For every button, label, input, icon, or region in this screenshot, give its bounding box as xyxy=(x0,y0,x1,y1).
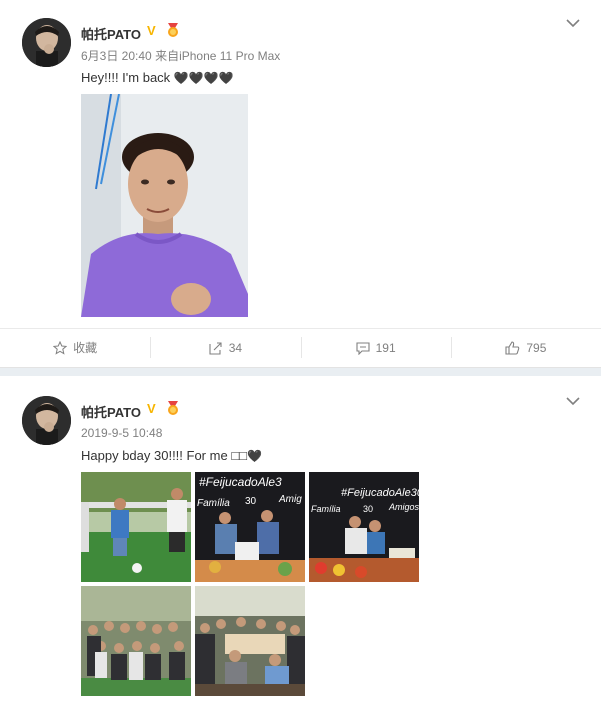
weibo-post-1: 帕托PATO V 6月3日 20:40 来自iPhone 11 Pro Max … xyxy=(0,0,601,368)
verified-icon: V xyxy=(147,401,156,416)
weibo-post-2: 帕托PATO V 2019-9-5 10:48 Happy bday 30!!!… xyxy=(0,376,601,703)
like-icon xyxy=(505,340,520,355)
chevron-down-icon[interactable] xyxy=(566,18,580,28)
source-prefix: 来自 xyxy=(155,49,180,63)
photo-text-30: 30 xyxy=(245,496,257,507)
repost-count: 34 xyxy=(228,340,243,355)
chevron-down-icon[interactable] xyxy=(566,396,580,406)
photo-text-familia: Família xyxy=(311,504,341,514)
like-count: 795 xyxy=(526,340,547,355)
action-bar: 收藏 34 191 795 xyxy=(0,328,601,366)
medal-icon xyxy=(168,23,178,37)
grid-photo-3[interactable]: #FeijucadoAle30 Família 30 Amigos xyxy=(309,472,419,582)
avatar[interactable] xyxy=(22,396,71,445)
star-icon xyxy=(53,340,68,355)
post-meta: 6月3日 20:40 来自iPhone 11 Pro Max xyxy=(81,47,280,64)
verified-icon: V xyxy=(147,23,156,38)
grid-photo-4[interactable] xyxy=(81,586,191,696)
post-text: Happy bday 30!!!! For me □□🖤 xyxy=(81,448,262,463)
repost-button[interactable]: 34 xyxy=(150,329,300,366)
comment-icon xyxy=(356,341,370,355)
post-photo[interactable] xyxy=(81,94,248,317)
post-meta: 2019-9-5 10:48 xyxy=(81,426,162,440)
comment-button[interactable]: 191 xyxy=(300,329,451,366)
medal-icon xyxy=(168,401,178,415)
photo-text-30: 30 xyxy=(363,504,373,514)
avatar[interactable] xyxy=(22,18,71,67)
photo-hashtag: #FeijucadoAle3 xyxy=(199,475,282,489)
photo-text-familia: Família xyxy=(197,498,230,509)
post-body: Hey!!!! I'm back xyxy=(81,70,171,85)
unsupported-emoji: □□ xyxy=(231,448,248,463)
photo-hashtag: #FeijucadoAle30 xyxy=(341,487,419,499)
heart-emoji: 🖤 xyxy=(247,449,262,463)
favorite-button[interactable]: 收藏 xyxy=(0,329,150,366)
user-name[interactable]: 帕托PATO xyxy=(81,402,141,421)
favorite-label: 收藏 xyxy=(73,341,98,355)
share-icon xyxy=(209,341,222,355)
user-name[interactable]: 帕托PATO xyxy=(81,24,141,43)
post-time[interactable]: 2019-9-5 10:48 xyxy=(81,426,162,440)
photo-text-amigos: Amigos xyxy=(388,502,419,512)
grid-photo-1[interactable] xyxy=(81,472,191,582)
post-body: Happy bday 30!!!! For me xyxy=(81,448,228,463)
comment-count: 191 xyxy=(375,340,396,355)
post-text: Hey!!!! I'm back 🖤🖤🖤🖤 xyxy=(81,70,234,85)
heart-emojis: 🖤🖤🖤🖤 xyxy=(173,71,234,85)
post-time[interactable]: 6月3日 20:40 xyxy=(81,49,152,63)
like-button[interactable]: 795 xyxy=(450,329,601,366)
grid-photo-5[interactable] xyxy=(195,586,305,696)
post-source[interactable]: iPhone 11 Pro Max xyxy=(179,49,280,63)
grid-photo-2[interactable]: #FeijucadoAle3 Família 30 Amig xyxy=(195,472,305,582)
photo-text-amigos: Amig xyxy=(278,494,302,505)
